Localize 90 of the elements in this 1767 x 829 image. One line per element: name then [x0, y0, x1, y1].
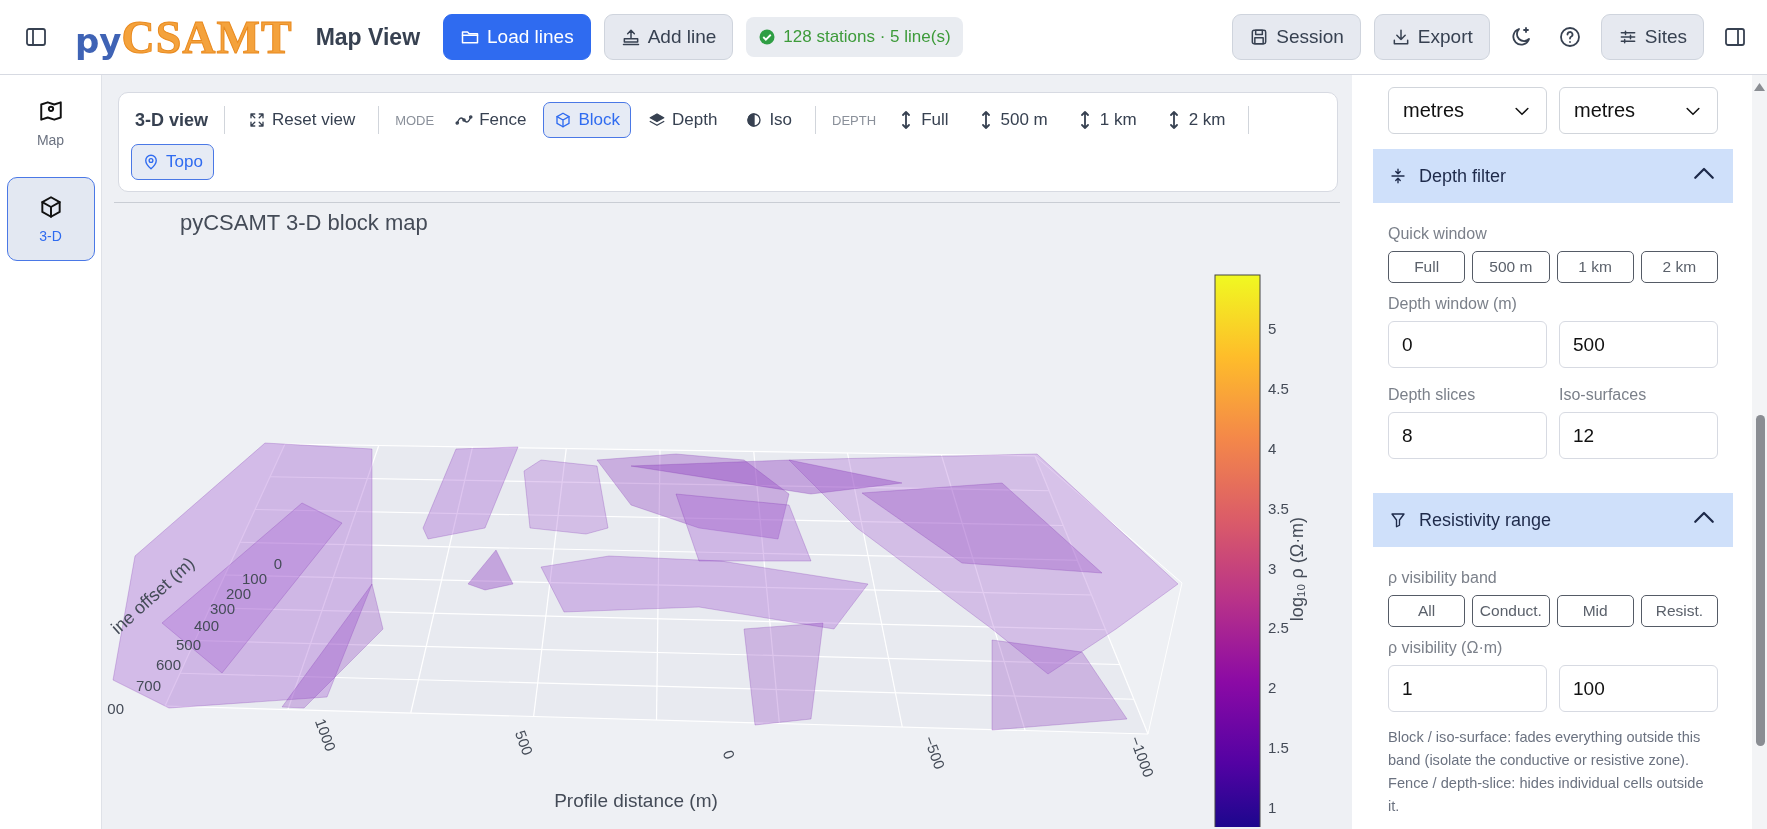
mode-button[interactable]: Fence	[444, 102, 538, 138]
reset-view-button[interactable]: Reset view	[237, 102, 367, 138]
axis-tick-label: 100	[241, 569, 267, 587]
nav-item[interactable]: 3-D	[6, 177, 95, 261]
field-label: Quick window	[1388, 225, 1488, 243]
mode-button[interactable]: Depth	[637, 102, 729, 138]
layers-icon	[648, 111, 666, 129]
number-field[interactable]: 1	[1388, 665, 1547, 712]
field-label: Depth window (m)	[1388, 295, 1518, 313]
axis-tick-label: 600	[155, 655, 181, 673]
colorbar-tick-label: 1.5	[1268, 739, 1289, 757]
sidebar-icon	[1723, 25, 1747, 49]
colorbar-tick-label: 4.5	[1268, 379, 1289, 397]
compress-icon	[1389, 167, 1407, 185]
cube-icon	[554, 111, 573, 129]
colorbar-tick-label: 2.5	[1268, 619, 1289, 637]
number-field[interactable]: 500	[1559, 321, 1718, 368]
preset-button[interactable]: 500 m	[1472, 251, 1550, 283]
plot-title: pyCSAMT 3-D block map	[180, 210, 428, 235]
help-text: Block / iso-surface: fades everything outside this band (isolate the conductive or resistive zone). Fence / depth-slice: hides individual cells outside it.	[1388, 728, 1705, 816]
unit-select[interactable]: metres	[1559, 87, 1718, 134]
mode-button[interactable]: Iso	[734, 102, 804, 138]
field-label: Iso-surfaces	[1559, 386, 1648, 404]
axis-tick-label: 0	[273, 554, 282, 572]
section-header[interactable]: Depth filter	[1373, 149, 1733, 203]
axis-tick-label: 200	[225, 584, 251, 602]
unit-select[interactable]: metres	[1388, 87, 1547, 134]
preset-button[interactable]: All	[1388, 595, 1466, 627]
field-label: Depth slices	[1388, 386, 1477, 404]
view-title: 3-D view	[134, 109, 210, 131]
axis-tick-label: 300	[209, 599, 235, 617]
number-field[interactable]: 100	[1559, 665, 1718, 712]
preset-button[interactable]: 2 km	[1640, 251, 1718, 283]
upload-icon	[620, 27, 641, 47]
preset-button[interactable]: Resist.	[1640, 595, 1718, 627]
axis-tick-label: −1000	[1127, 733, 1158, 780]
topo-toggle[interactable]: Topo	[131, 144, 214, 180]
colorbar-tick-label: 5	[1268, 319, 1277, 337]
preset-button[interactable]: 1 km	[1556, 251, 1634, 283]
depth-range-button[interactable]: 1 km	[1064, 102, 1148, 138]
axis-tick-label: −500	[920, 733, 949, 772]
depth-range-button[interactable]: Full	[886, 102, 960, 138]
number-field[interactable]: 0	[1388, 321, 1547, 368]
field-label: ρ visibility (Ω·m)	[1388, 639, 1504, 657]
mode-button[interactable]: Block	[543, 102, 631, 138]
section-header[interactable]: Resistivity range	[1373, 493, 1733, 547]
colorbar-tick-label: 3.5	[1268, 499, 1289, 517]
page-title: Map View	[315, 23, 421, 51]
preset-button[interactable]: Mid	[1556, 595, 1634, 627]
axis-tick-label: 700	[135, 676, 161, 694]
logo-prefix: py	[75, 20, 122, 61]
colorbar-tick-label: 1	[1268, 799, 1277, 817]
depth-range-button[interactable]: 2 km	[1153, 102, 1237, 138]
axis-tick-label: 400	[193, 616, 219, 634]
help-icon	[1557, 25, 1582, 49]
export-button[interactable]: Export	[1373, 14, 1490, 60]
sites-button[interactable]: Sites	[1600, 14, 1704, 60]
depth-range-button[interactable]: 500 m	[965, 102, 1059, 138]
preset-button[interactable]: Full	[1388, 251, 1466, 283]
check-icon	[758, 28, 777, 46]
sidebar-icon	[24, 25, 48, 49]
colorbar-tick-label: 3	[1268, 559, 1277, 577]
map-icon	[37, 98, 64, 124]
colorbar-title: log₁₀ ρ (Ω·m)	[1287, 516, 1307, 622]
axis-tick-label: 500	[175, 635, 201, 653]
number-field[interactable]: 8	[1388, 412, 1547, 459]
axis-tick-label: 0	[719, 747, 739, 762]
depth-caption: DEPTH	[831, 112, 878, 128]
add-line-button[interactable]: Add line	[603, 14, 734, 60]
contrast-icon	[745, 111, 764, 129]
axis-tick-label: 00	[107, 699, 124, 717]
axis-title: Profile distance (m)	[554, 790, 718, 811]
colorbar-tick-label: 4	[1268, 439, 1277, 457]
axis-tick-label: 1000	[312, 716, 340, 754]
axis-tick-label: 500	[511, 728, 537, 758]
nav-item[interactable]: Map	[6, 81, 95, 165]
field-label: ρ visibility band	[1388, 569, 1498, 587]
pin-icon	[142, 153, 160, 171]
scroll-up-icon[interactable]	[1754, 83, 1765, 91]
preset-button[interactable]: Conduct.	[1472, 595, 1550, 627]
session-button[interactable]: Session	[1232, 14, 1361, 60]
colorbar-tick-label: 2	[1268, 679, 1277, 697]
mode-caption: MODE	[394, 112, 436, 128]
scrollbar[interactable]	[1752, 75, 1767, 829]
filter-icon	[1389, 511, 1407, 529]
expand-icon	[248, 111, 267, 129]
load-lines-button[interactable]: Load lines	[443, 14, 591, 60]
number-field[interactable]: 12	[1559, 412, 1718, 459]
status-text: 128 stations · 5 line(s)	[783, 27, 951, 47]
logo-wordmark: CSAMT	[121, 10, 293, 64]
